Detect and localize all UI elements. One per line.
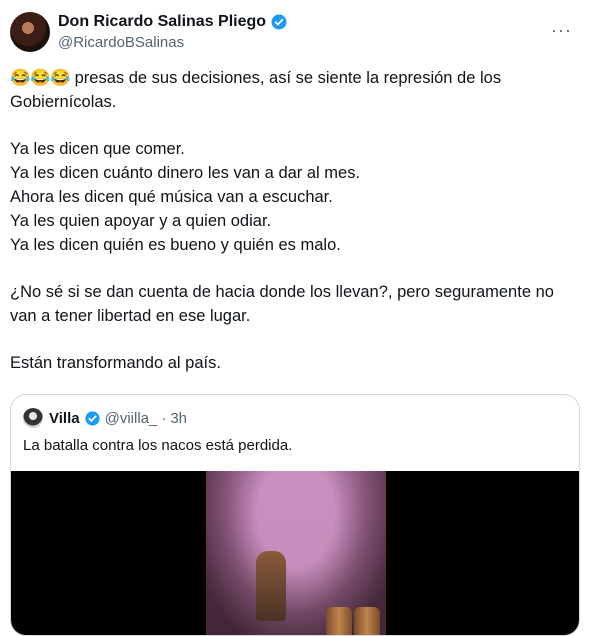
author-name[interactable]: Don Ricardo Salinas Pliego	[58, 13, 266, 31]
quoted-tweet-text: La batalla contra los nacos está perdida…	[23, 437, 293, 454]
quoted-tweet-header: Villa @viilla_ · 3h	[23, 408, 187, 428]
author-handle[interactable]: @RicardoBSalinas	[58, 34, 184, 51]
tweet-line-text: presas de sus decisiones, así se siente …	[74, 69, 502, 87]
tweet-line: Ya les dicen quién es bueno y quién es m…	[10, 236, 341, 254]
laughing-emoji-icon: 😂	[30, 69, 51, 87]
quoted-tweet-time: 3h	[170, 409, 188, 427]
tweet-line: Ya les dicen cuánto dinero les van a dar…	[10, 164, 361, 182]
verified-badge-icon	[85, 410, 100, 426]
more-options-icon[interactable]: ···	[551, 20, 572, 41]
tweet-line: Gobiernícolas.	[10, 93, 117, 111]
tweet-line: Están transformando al país.	[10, 354, 221, 372]
dot-separator: ·	[161, 409, 167, 427]
conga-drum	[326, 607, 352, 635]
tweet-line: Ya les dicen que comer.	[10, 140, 185, 158]
quoted-tweet-card[interactable]: Villa @viilla_ · 3h La batalla contra lo…	[10, 394, 580, 636]
conga-drum	[354, 607, 380, 635]
quoted-author-name: Villa	[49, 409, 80, 427]
quoted-author-handle: @viilla_	[104, 409, 158, 427]
tweet-line: ¿No sé si se dan cuenta de hacia donde l…	[10, 283, 554, 301]
quoted-author-avatar	[23, 408, 43, 428]
tweet-header: Don Ricardo Salinas Pliego @RicardoBSali…	[10, 10, 580, 54]
author-avatar[interactable]	[10, 12, 50, 52]
tweet-line: Ya les quien apoyar y a quien odiar.	[10, 212, 272, 230]
laughing-emoji-icon: 😂	[10, 69, 31, 87]
tweet-line: Ahora les dicen qué música van a escucha…	[10, 188, 333, 206]
quoted-video[interactable]	[11, 471, 579, 635]
laughing-emoji-icon: 😂	[50, 69, 71, 87]
performer-figure	[256, 551, 286, 621]
verified-badge-icon	[271, 14, 287, 30]
tweet-text: 😂😂😂 presas de sus decisiones, así se sie…	[10, 66, 575, 375]
author-name-row: Don Ricardo Salinas Pliego	[58, 13, 288, 31]
tweet-line: van a tener libertad en ese lugar.	[10, 307, 251, 325]
tweet-line-1: 😂😂😂 presas de sus decisiones, así se sie…	[10, 66, 575, 90]
video-thumbnail	[206, 471, 386, 635]
